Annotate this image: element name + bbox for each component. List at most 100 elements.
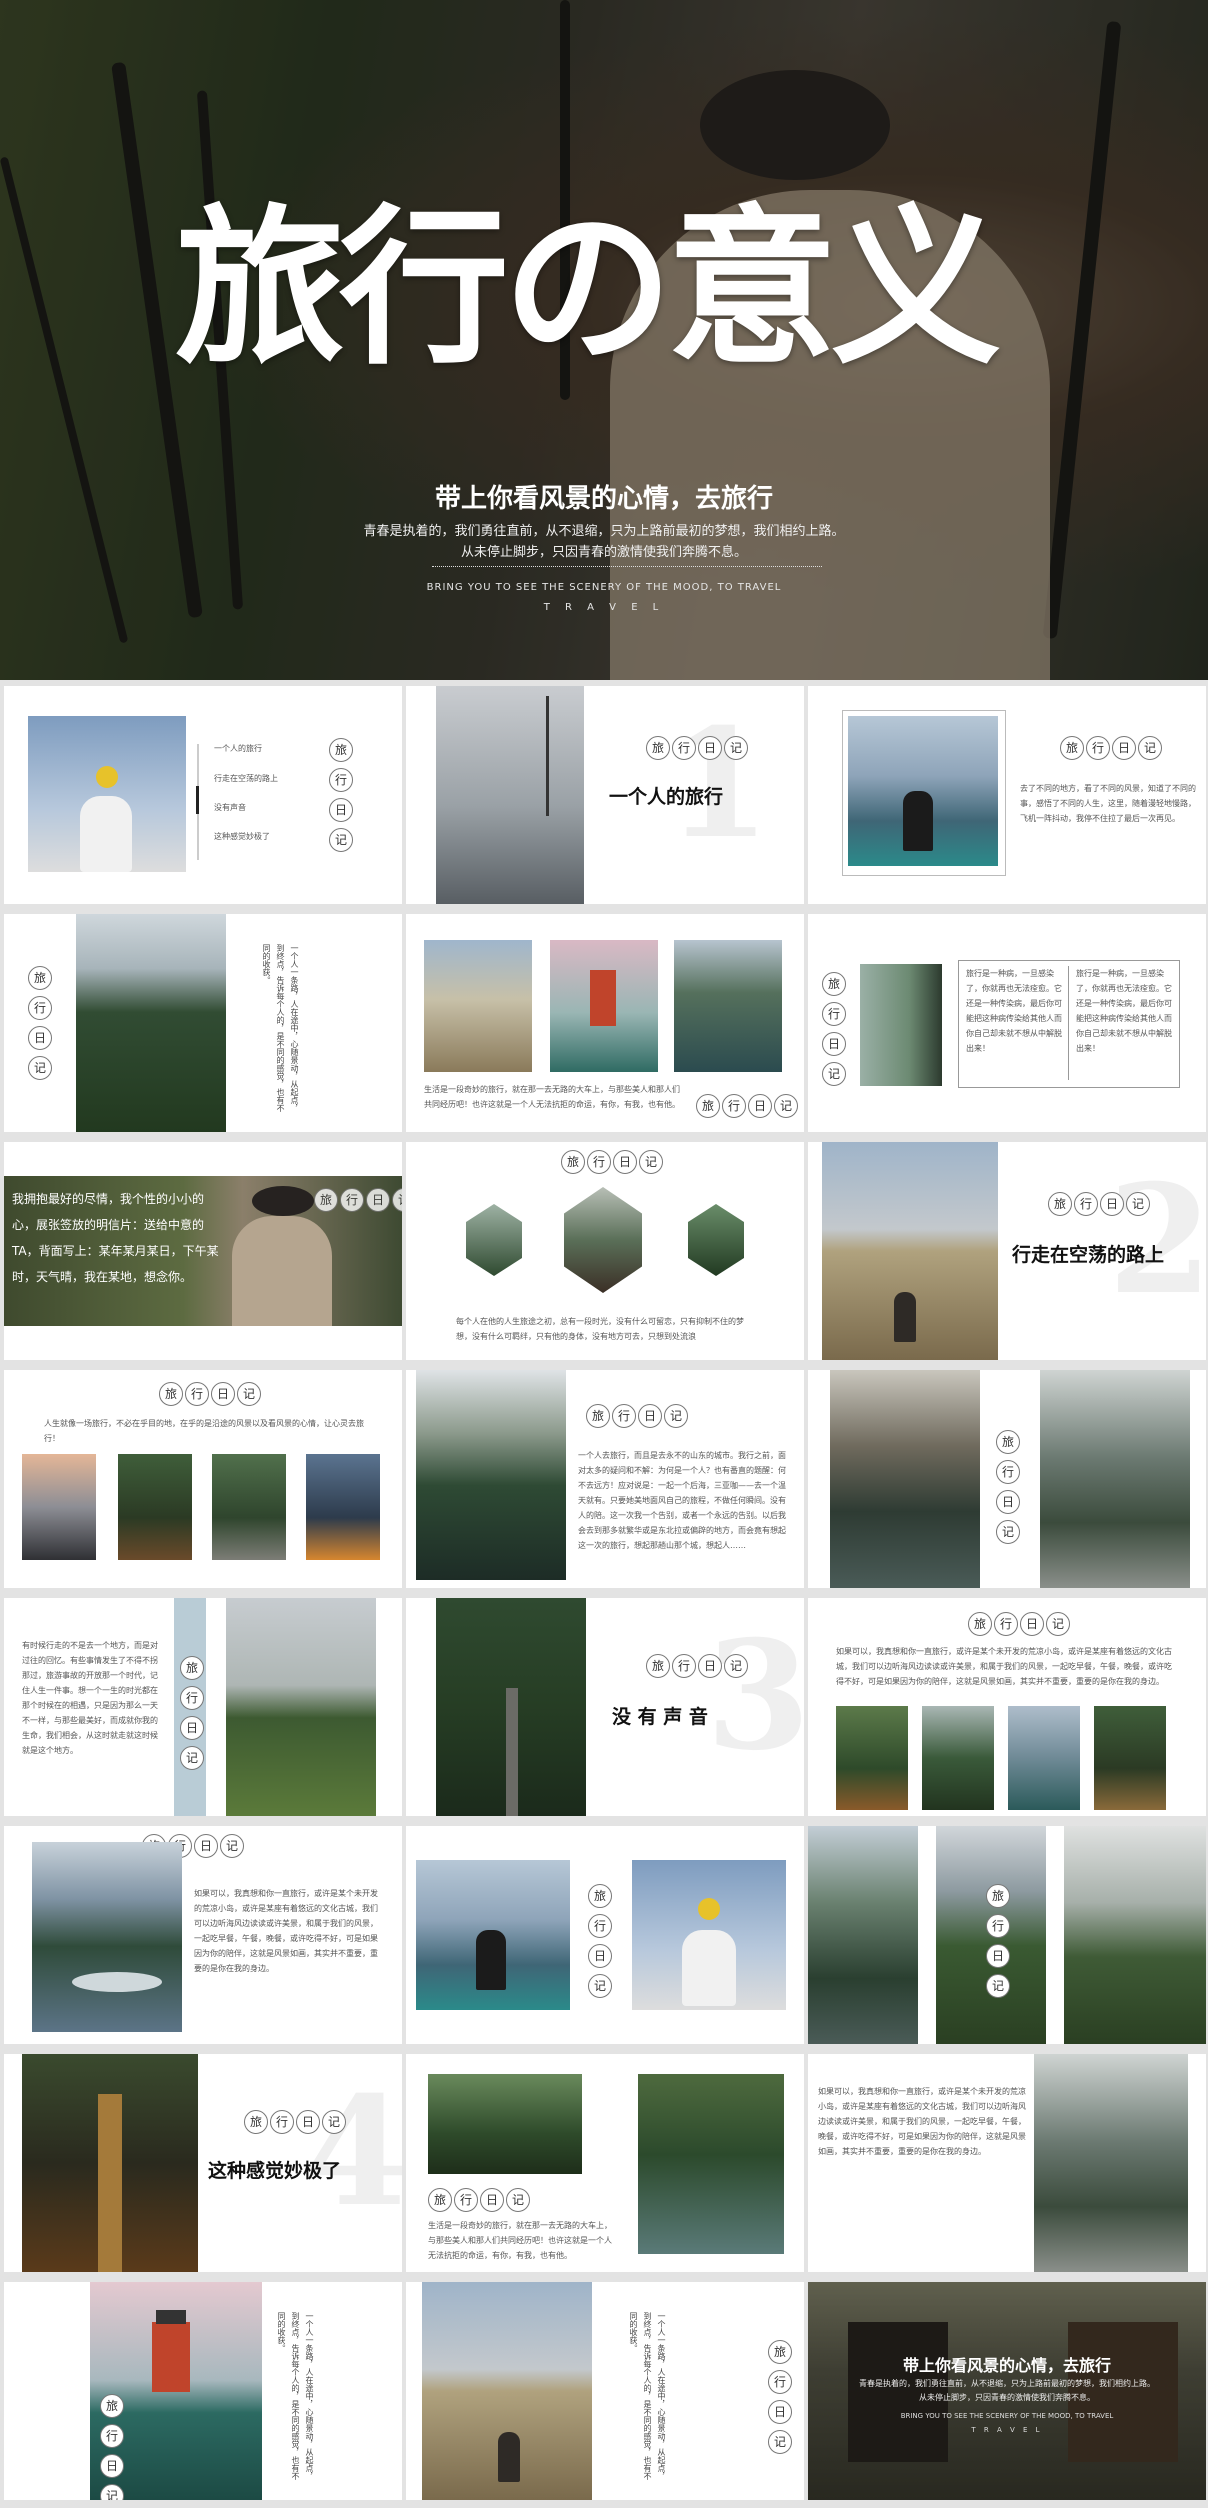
vertical-paragraph: 一个人一条路，人在途中，心随景动，从起点，到终点，告诉每个人的，是不同的感觉，也… xyxy=(262,944,299,1112)
badge-char: 记 xyxy=(392,1188,402,1212)
closing-line-2: 从未停止脚步，只因青春的激情使我们奔腾不息。 xyxy=(919,2393,1095,2402)
travel-diary-badge: 旅行日记 xyxy=(586,1404,688,1428)
paragraph-right: 旅行是一种病，一旦感染了，你就再也无法痊愈。它还是一种传染病，最后你可能把这种病… xyxy=(1076,969,1172,1053)
closing-line-1: 青春是执着的，我们勇往直前，从不退缩，只为上路前最初的梦想，我们相约上路。 xyxy=(859,2379,1155,2388)
closing-subtitle: 带上你看风景的心情，去旅行 xyxy=(902,2356,1111,2375)
section-title: 这种感觉妙极了 xyxy=(208,2160,342,2182)
badge-char: 行 xyxy=(822,1002,846,1026)
badge-char: 旅 xyxy=(586,1404,610,1428)
divider xyxy=(1068,966,1069,1080)
toc-item-1[interactable]: 一个人的旅行 xyxy=(214,741,262,756)
travel-diary-badge: 旅行日记 xyxy=(100,2394,124,2500)
badge-char: 日 xyxy=(194,1834,218,1858)
closing-english-travel: T R A V E L xyxy=(971,2426,1043,2434)
badge-char: 日 xyxy=(366,1188,390,1212)
badge-char: 旅 xyxy=(646,736,670,760)
photo-girl-boat xyxy=(416,1860,570,2010)
badge-char: 日 xyxy=(28,1026,52,1050)
photo-girl-balloon xyxy=(632,1860,786,2010)
badge-char: 日 xyxy=(822,1032,846,1056)
badge-char: 日 xyxy=(986,1944,1010,1968)
toc-item-4[interactable]: 这种感觉妙极了 xyxy=(214,829,270,844)
badge-char: 日 xyxy=(996,1490,1020,1514)
badge-char: 行 xyxy=(612,1404,636,1428)
hero-title: 旅行の意义 xyxy=(175,188,1001,388)
badge-char: 行 xyxy=(454,2188,478,2212)
travel-diary-badge: 旅行日记 xyxy=(588,1884,612,1998)
badge-char: 日 xyxy=(748,1094,772,1118)
paragraph: 如果可以，我真想和你一直旅行，或许是某个未开发的荒凉小岛，或许是某座有着悠远的文… xyxy=(194,1889,378,1973)
badge-char: 记 xyxy=(996,1520,1020,1544)
travel-diary-badge: 旅行日记 xyxy=(314,1188,402,1212)
photo-swimmer-lake xyxy=(638,2074,784,2254)
toc-item-3[interactable]: 没有声音 xyxy=(214,800,246,815)
badge-char: 日 xyxy=(768,2400,792,2424)
hero-english: BRING YOU TO SEE THE SCENERY OF THE MOOD… xyxy=(426,582,782,593)
badge-char: 行 xyxy=(270,2110,294,2134)
badge-char: 旅 xyxy=(822,972,846,996)
badge-char: 日 xyxy=(296,2110,320,2134)
photo-forest-road xyxy=(436,1598,586,1816)
travel-diary-badge: 旅行日记 xyxy=(822,972,846,1086)
slide-section-2: 2 旅行日记 行走在空荡的路上 xyxy=(808,1142,1206,1360)
toc-active-marker xyxy=(196,786,199,814)
slide-two-girls: 旅行日记 xyxy=(406,1826,804,2044)
photo-road xyxy=(424,940,532,1072)
toc-item-2[interactable]: 行走在空荡的路上 xyxy=(214,771,278,786)
badge-char: 日 xyxy=(1112,736,1136,760)
slide-train: 旅行日记 旅行是一种病，一旦感染了，你就再也无法痊愈。它还是一种传染病，最后你可… xyxy=(808,914,1206,1132)
paragraph: 如果可以，我真想和你一直旅行，或许是某个未开发的荒凉小岛，或许是某座有着悠远的文… xyxy=(818,2087,1026,2156)
badge-char: 行 xyxy=(588,1914,612,1938)
section-number: 4 xyxy=(304,2064,402,2240)
photo-lake-boat xyxy=(848,716,998,866)
photo-fjord xyxy=(674,940,782,1072)
badge-char: 记 xyxy=(220,1834,244,1858)
badge-char: 记 xyxy=(588,1974,612,1998)
badge-char: 记 xyxy=(1126,1192,1150,1216)
badge-char: 旅 xyxy=(428,2188,452,2212)
badge-char: 行 xyxy=(768,2370,792,2394)
photo-forest-path xyxy=(212,1454,286,1560)
hero-divider xyxy=(432,566,822,567)
travel-diary-badge: 旅行日记 xyxy=(968,1612,1070,1636)
badge-char: 行 xyxy=(996,1460,1020,1484)
paragraph: 每个人在他的人生旅途之初，总有一段时光，没有什么可留恋，只有抑制不住的梦想，没有… xyxy=(456,1317,744,1341)
hex-photo-mountain xyxy=(466,1204,522,1276)
badge-char: 旅 xyxy=(180,1656,204,1680)
badge-char: 旅 xyxy=(968,1612,992,1636)
badge-char: 旅 xyxy=(244,2110,268,2134)
badge-char: 记 xyxy=(28,1056,52,1080)
badge-char: 日 xyxy=(1020,1612,1044,1636)
badge-char: 行 xyxy=(986,1914,1010,1938)
slide-meadow: 有时候行走的不是去一个地方，而是对过往的回忆。有些事情发生了不得不拐那过，旅游事… xyxy=(4,1598,402,1816)
slide-four-photos: 旅行日记 人生就像一场旅行，不必在乎目的地，在乎的是沿途的风景以及看风景的心情，… xyxy=(4,1370,402,1588)
photo-lake-boat-small xyxy=(1008,1706,1080,1810)
photo-meadow xyxy=(226,1598,376,1816)
slide-alley-text: 如果可以，我真想和你一直旅行，或许是某个未开发的荒凉小岛，或许是某座有着悠远的文… xyxy=(808,2054,1206,2272)
badge-char: 记 xyxy=(724,736,748,760)
paragraph: 生活是一段奇妙的旅行，就在那一去无路的大车上，与那些美人和那人们共同经历吧！也许… xyxy=(424,1085,680,1109)
slide-hat-girl: 我拥抱最好的尽情，我个性的小小的心，展张签放的明信片：送给中意的TA，背面写上：… xyxy=(4,1142,402,1360)
badge-char: 行 xyxy=(100,2424,124,2448)
badge-char: 旅 xyxy=(986,1884,1010,1908)
badge-char: 日 xyxy=(613,1150,637,1174)
hero-subtitle: 带上你看风景的心情，去旅行 xyxy=(434,484,773,514)
paragraph-left: 旅行是一种病，一旦感染了，你就再也无法痊愈。它还是一种传染病，最后你可能把这种病… xyxy=(966,969,1062,1053)
badge-char: 旅 xyxy=(696,1094,720,1118)
badge-char: 记 xyxy=(1138,736,1162,760)
slide-canoe: 旅行日记 如果可以，我真想和你一直旅行，或许是某个未开发的荒凉小岛，或许是某座有… xyxy=(4,1826,402,2044)
hero-line-1: 青春是执着的，我们勇往直前，从不退缩，只为上路前最初的梦想，我们相约上路。 xyxy=(363,524,845,539)
photo-lighthouse xyxy=(550,940,658,1072)
badge-char: 旅 xyxy=(561,1150,585,1174)
badge-char: 日 xyxy=(329,798,353,822)
badge-char: 记 xyxy=(506,2188,530,2212)
badge-char: 行 xyxy=(722,1094,746,1118)
badge-char: 记 xyxy=(774,1094,798,1118)
photo-campfire xyxy=(306,1454,380,1560)
photo-balloon-girl xyxy=(28,716,186,872)
photo-mountain-ridge xyxy=(1064,1826,1206,2044)
slide-road-walker: 一个人一条路，人在途中，心随景动，从起点，到终点，告诉每个人的，是不同的感觉，也… xyxy=(406,2282,804,2500)
travel-diary-badge: 旅行日记 xyxy=(646,736,748,760)
badge-char: 行 xyxy=(340,1188,364,1212)
badge-char: 日 xyxy=(480,2188,504,2212)
